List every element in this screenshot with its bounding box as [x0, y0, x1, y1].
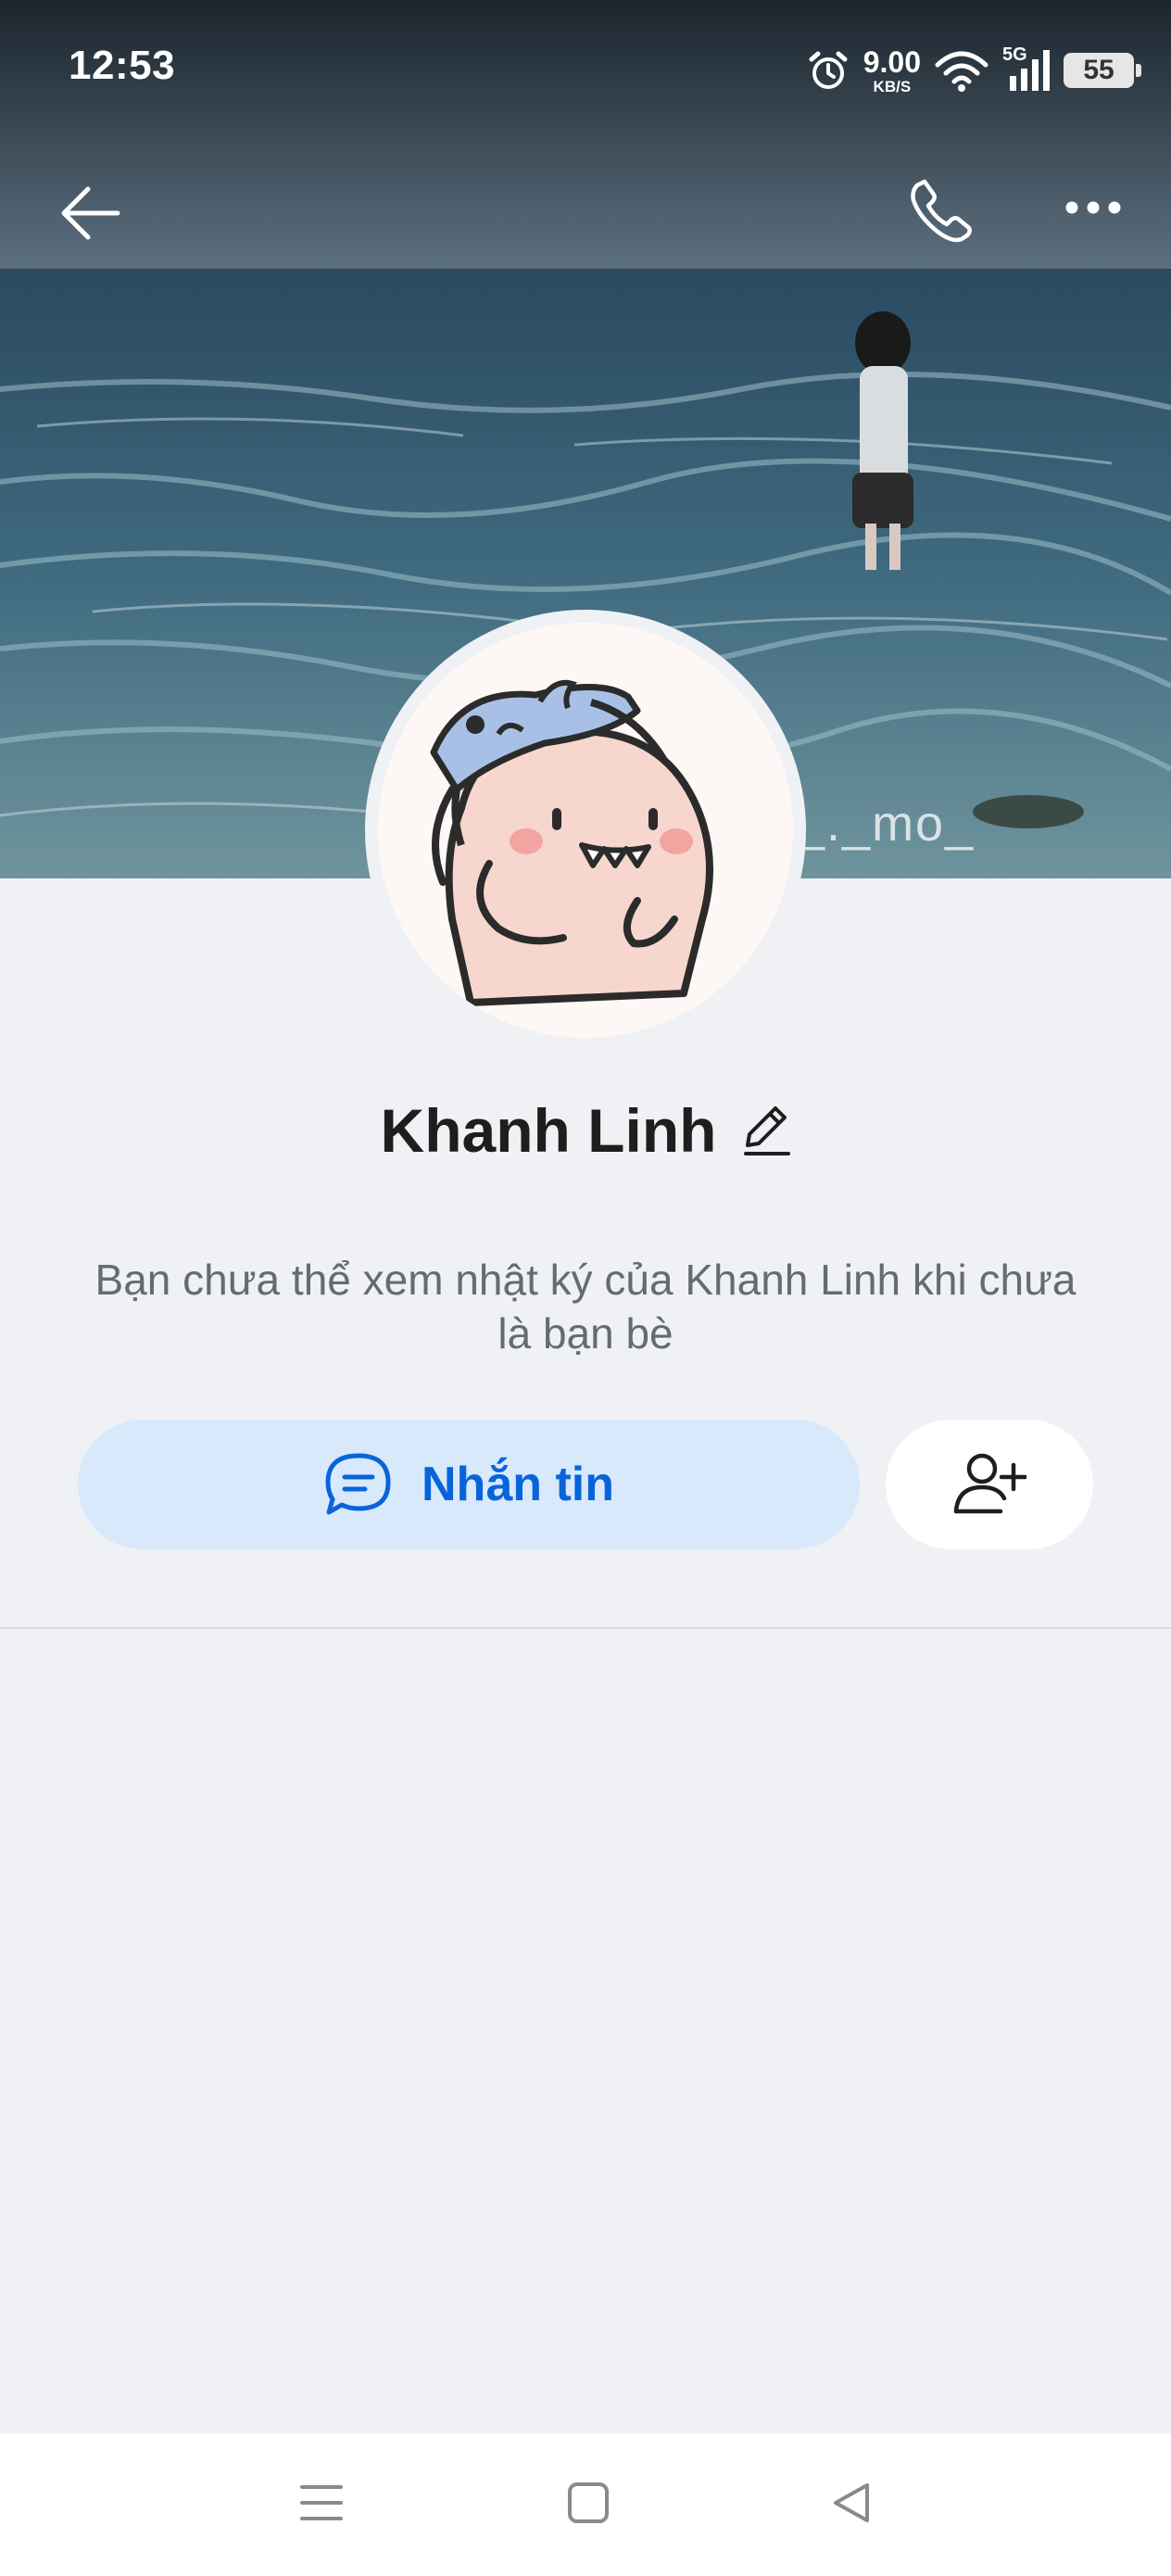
status-time: 12:53	[69, 43, 176, 88]
edit-name-button[interactable]	[744, 1105, 791, 1156]
profile-name-row: Khanh Linh	[0, 1095, 1171, 1166]
menu-icon	[300, 2485, 343, 2520]
more-options-button[interactable]	[1054, 182, 1132, 234]
add-user-icon	[953, 1453, 1026, 1514]
home-button[interactable]	[565, 2480, 611, 2531]
recent-apps-button[interactable]	[298, 2480, 345, 2531]
add-friend-button[interactable]	[886, 1420, 1093, 1549]
arrow-left-icon	[61, 186, 120, 240]
profile-name: Khanh Linh	[380, 1096, 717, 1165]
privacy-notice: Bạn chưa thể xem nhật ký của Khanh Linh …	[94, 1256, 1077, 1357]
back-nav-button[interactable]	[828, 2480, 875, 2531]
home-square-icon	[568, 2482, 609, 2523]
avatar[interactable]	[378, 623, 793, 1038]
pencil-icon	[744, 1106, 791, 1155]
section-divider	[0, 1627, 1171, 1629]
cell-signal: 5G	[1002, 44, 1051, 93]
call-button[interactable]	[899, 167, 984, 252]
message-button[interactable]: Nhắn tin	[78, 1420, 860, 1549]
net-speed-unit: KB/S	[873, 77, 912, 95]
back-button[interactable]	[52, 174, 130, 252]
cover-watermark: _._mo_	[797, 796, 976, 852]
status-icons: 9.00 KB/S 5G 55	[806, 43, 1141, 98]
net-speed: 9.00 KB/S	[863, 47, 921, 95]
system-navigation-bar	[0, 2433, 1171, 2576]
avatar-cartoon-image	[378, 623, 793, 1038]
message-button-label: Nhắn tin	[422, 1458, 614, 1511]
net-speed-value: 9.00	[863, 44, 921, 79]
phone-icon	[911, 179, 972, 243]
battery-indicator: 55	[1064, 53, 1141, 88]
wifi-icon	[935, 51, 988, 92]
chat-bubble-icon	[325, 1453, 391, 1515]
alarm-icon	[809, 51, 848, 89]
status-bar: 12:53 9.00 KB/S 5G 55	[0, 0, 1171, 139]
network-type: 5G	[1002, 44, 1027, 65]
back-triangle-icon	[834, 2483, 869, 2522]
more-horizontal-icon	[1065, 201, 1121, 214]
